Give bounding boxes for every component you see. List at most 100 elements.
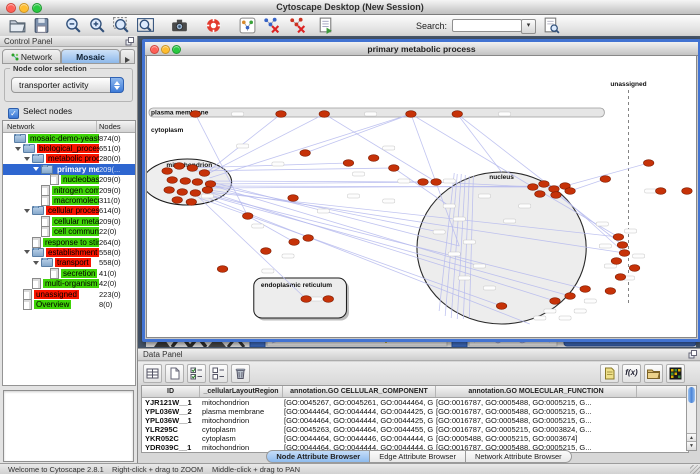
expand-arrow-icon[interactable] <box>24 157 30 161</box>
tree-row[interactable]: unassigned223(0) <box>3 289 135 299</box>
tab-mosaic[interactable]: Mosaic <box>61 49 120 64</box>
control-panel-title: Control Panel <box>4 37 52 46</box>
tab-network-attribute-browser[interactable]: Network Attribute Browser <box>466 450 572 463</box>
network-manager-icon[interactable] <box>238 16 257 35</box>
tree-row-label: transport <box>55 258 91 267</box>
advanced-search-icon[interactable] <box>542 16 561 35</box>
import-table-icon[interactable] <box>316 16 335 35</box>
table-row[interactable]: YLR295Ccytoplasm[GO:0045263, GO:0044464,… <box>142 425 688 434</box>
table-cell: [GO:0016787, GO:0005488, GO:0005215, G..… <box>433 398 633 407</box>
node-color-dropdown[interactable]: transporter activity <box>11 77 124 93</box>
tree-row[interactable]: Overview8(0) <box>3 299 135 309</box>
graph-node <box>528 184 538 191</box>
create-attribute-icon[interactable] <box>165 364 184 383</box>
tree-row[interactable]: cellular process614(0) <box>3 206 135 216</box>
tree-row[interactable]: nitrogen compo209(0) <box>3 185 135 195</box>
select-nodes-checkbox[interactable]: ✓ <box>8 108 19 119</box>
expand-arrow-icon[interactable] <box>33 167 39 171</box>
zoom-fit-icon[interactable] <box>136 16 155 35</box>
open-attribute-file-icon[interactable] <box>644 364 663 383</box>
zoom-selected-region-icon[interactable] <box>112 16 131 35</box>
tree-row[interactable]: biological_process651(0) <box>3 143 135 153</box>
expand-arrow-icon[interactable] <box>24 209 30 213</box>
search-input[interactable] <box>452 19 522 32</box>
node-label-pill <box>232 112 244 116</box>
attribute-matrix-icon[interactable] <box>666 364 685 383</box>
table-cell: [GO:0005488, GO:0005215, GO:0003674] <box>433 434 633 443</box>
tab-node-attribute-browser[interactable]: Node Attribute Browser <box>266 450 370 463</box>
network-window-titlebar[interactable]: primary metabolic process <box>145 42 698 56</box>
node-label-pill <box>504 219 516 223</box>
select-nodes-label: Select nodes <box>23 106 72 116</box>
node-label-pill <box>483 286 495 290</box>
tab-network[interactable]: Network <box>2 49 61 64</box>
formula-builder-icon[interactable]: f(x) <box>622 364 641 383</box>
expand-arrow-icon[interactable] <box>15 147 21 151</box>
unselect-all-attributes-icon[interactable] <box>209 364 228 383</box>
export-image-snapshot-icon[interactable] <box>170 16 189 35</box>
scrollbar-thumb[interactable] <box>688 387 695 403</box>
table-row[interactable]: YPL036W__1mitochondrion[GO:0044464, GO:0… <box>142 416 688 425</box>
save-session-icon[interactable] <box>32 16 51 35</box>
select-all-attributes-icon[interactable] <box>187 364 206 383</box>
delete-attribute-icon[interactable] <box>231 364 250 383</box>
tree-row[interactable]: mosaic-demo-yeast874(0) <box>3 133 135 143</box>
table-row[interactable]: YJR121W__1mitochondrion[GO:0045267, GO:0… <box>142 398 688 407</box>
help-icon[interactable] <box>204 16 223 35</box>
node-label-pill <box>272 162 284 166</box>
network-view-window[interactable]: primary metabolic process plasma membran… <box>142 39 700 342</box>
status-message-welcome: Welcome to Cytoscape 2.8.1 <box>8 465 104 474</box>
tree-row[interactable]: establishment of lo558(0) <box>3 247 135 257</box>
table-row[interactable]: YPL036W__2plasma membrane[GO:0044464, GO… <box>142 407 688 416</box>
network-tree-body: mosaic-demo-yeast874(0)biological_proces… <box>3 133 135 310</box>
column-go-cellular-component[interactable]: annotation.GO CELLULAR_COMPONENT <box>283 386 436 397</box>
zoom-in-icon[interactable] <box>88 16 107 35</box>
tree-column-nodes[interactable]: Nodes <box>97 121 135 132</box>
destroy-view-icon[interactable] <box>288 16 307 35</box>
node-label-pill <box>645 189 657 193</box>
tree-row[interactable]: response to stimulu264(0) <box>3 237 135 247</box>
tree-column-network[interactable]: Network <box>3 121 97 132</box>
column-go-molecular-function[interactable]: annotation.GO MOLECULAR_FUNCTION <box>436 386 637 397</box>
tab-scroll-right-button[interactable] <box>120 49 135 64</box>
column-cellular-layout-region[interactable]: _cellularLayoutRegion <box>200 386 283 397</box>
float-data-panel-icon[interactable] <box>688 350 697 359</box>
graph-node <box>199 170 209 177</box>
tree-row-node-count: 614(0) <box>99 206 135 215</box>
network-canvas[interactable]: plasma membranecytoplasmmitochondrionnuc… <box>146 55 697 338</box>
graph-node <box>343 160 353 167</box>
tab-edge-attribute-browser[interactable]: Edge Attribute Browser <box>370 450 466 463</box>
select-attributes-icon[interactable] <box>143 364 162 383</box>
resize-grip[interactable] <box>690 465 700 474</box>
table-row[interactable]: YKR052Ccytoplasm[GO:0044464, GO:0044446,… <box>142 434 688 443</box>
node-label-pill <box>584 299 596 303</box>
graph-node <box>539 181 549 188</box>
tree-row[interactable]: metabolic process280(0) <box>3 154 135 164</box>
expand-arrow-icon[interactable] <box>33 261 39 265</box>
tree-row[interactable]: transport558(0) <box>3 258 135 268</box>
node-label-pill <box>473 264 485 268</box>
tree-row[interactable]: primary metabo209(... <box>3 164 135 174</box>
tree-row[interactable]: multi-organism pro42(0) <box>3 278 135 288</box>
tree-row[interactable]: nucleobase-209(0) <box>3 175 135 185</box>
graph-node <box>452 111 462 118</box>
folder-icon <box>23 144 35 153</box>
node-label-pill <box>458 276 470 280</box>
column-id[interactable]: ID <box>142 386 200 397</box>
table-vertical-scrollbar[interactable]: ▲ ▼ <box>686 385 697 451</box>
attribute-table-body: YJR121W__1mitochondrion[GO:0045267, GO:0… <box>142 398 688 452</box>
tree-row[interactable]: cellular metabol209(0) <box>3 216 135 226</box>
tree-row[interactable]: secretion41(0) <box>3 268 135 278</box>
birds-eye-view[interactable] <box>3 390 134 462</box>
import-attributes-icon[interactable] <box>600 364 619 383</box>
search-dropdown-button[interactable]: ▾ <box>521 19 536 34</box>
node-label-pill <box>383 146 395 150</box>
zoom-out-icon[interactable] <box>64 16 83 35</box>
float-panel-icon[interactable] <box>125 37 134 46</box>
open-session-icon[interactable] <box>8 16 27 35</box>
tree-row[interactable]: cell communicat22(0) <box>3 227 135 237</box>
tree-row[interactable]: macromolecule311(0) <box>3 195 135 205</box>
destroy-network-icon[interactable] <box>262 16 281 35</box>
expand-arrow-icon[interactable] <box>24 250 30 254</box>
scroll-down-button[interactable]: ▼ <box>687 441 696 450</box>
